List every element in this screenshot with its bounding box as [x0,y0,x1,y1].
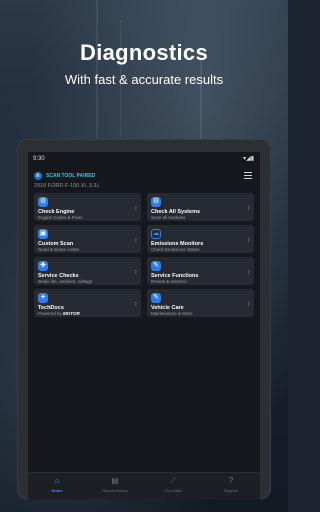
card-subtitle: Read & Erase codes [38,247,80,252]
status-icons: ▾◢▮ [243,156,254,162]
nav-label: Home [51,488,63,493]
vehicle-name: 2018 FORD F-150 XL 3.3L [34,183,100,189]
menu-icon[interactable] [244,170,252,181]
wrench-icon: ✎ [151,261,161,271]
engine-icon: ⚙ [38,197,48,207]
card-subtitle: Resets & relearns [151,279,187,284]
card-service-checks[interactable]: ✚ Service Checks Brake life, ambient, vo… [34,257,141,285]
docs-icon: ✦ [38,293,48,303]
promo-subline: With fast & accurate results [64,72,224,87]
scan-tool-label: SCAN TOOL PAIRED [46,173,96,179]
card-subtitle: Powered by MOTOR [38,311,80,316]
card-subtitle: Scan all modules [151,215,186,220]
nav-label: Report History [102,488,128,493]
bottom-navigation: ⌂ Home ▤ Report History ⟋ Live Data ? Su… [28,472,260,499]
card-subtitle: Maintenance & More [151,311,193,316]
chart-icon: ⟋ [170,476,176,485]
nav-live-data[interactable]: ⟋ Live Data [144,476,202,493]
chevron-right-icon: › [247,299,250,308]
status-time: 9:30 [33,156,45,162]
support-icon: ? [228,476,234,485]
scan-icon: ⚙ [151,197,161,207]
powered-by-label: Powered by [38,311,62,316]
card-subtitle: Check Emissions Status [151,247,200,252]
bluetooth-icon: ʙ [34,172,42,180]
chevron-right-icon: › [247,203,250,212]
nav-label: Live Data [164,488,182,493]
card-emissions-monitors[interactable]: ☁ Emissions Monitors Check Emissions Sta… [147,225,254,253]
card-subtitle: Engine Codes & Fixes [38,215,83,220]
car-icon: ▣ [38,229,48,239]
chevron-right-icon: › [134,267,137,276]
nav-label: Support [223,488,238,493]
promo-headline: Diagnostics [80,40,208,65]
report-icon: ▤ [111,476,119,485]
care-icon: ✎ [151,293,161,303]
chevron-right-icon: › [134,299,137,308]
service-icon: ✚ [38,261,48,271]
motor-logo: MOTOR [63,311,80,316]
nav-home[interactable]: ⌂ Home [28,476,86,493]
card-vehicle-care[interactable]: ✎ Vehicle Care Maintenance & More › [147,289,254,317]
chevron-right-icon: › [247,235,250,244]
chevron-right-icon: › [247,267,250,276]
status-bar: 9:30 ▾◢▮ [28,152,260,166]
chevron-right-icon: › [134,203,137,212]
card-custom-scan[interactable]: ▣ Custom Scan Read & Erase codes › [34,225,141,253]
card-techdocs[interactable]: ✦ TechDocs Powered by MOTOR › [34,289,141,317]
card-subtitle: Brake life, ambient, voltage [38,279,93,284]
nav-support[interactable]: ? Support [202,476,260,493]
chevron-right-icon: › [134,235,137,244]
nav-report-history[interactable]: ▤ Report History [86,476,144,493]
app-screen: 9:30 ▾◢▮ ʙ SCAN TOOL PAIRED 2018 FORD F-… [28,152,260,499]
home-icon: ⌂ [54,476,60,485]
cloud-icon: ☁ [151,229,161,239]
card-check-all-systems[interactable]: ⚙ Check All Systems Scan all modules › [147,193,254,221]
card-check-engine[interactable]: ⚙ Check Engine Engine Codes & Fixes › [34,193,141,221]
card-service-functions[interactable]: ✎ Service Functions Resets & relearns › [147,257,254,285]
